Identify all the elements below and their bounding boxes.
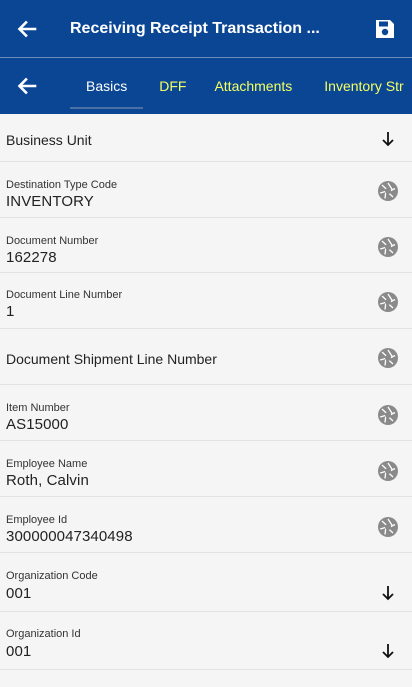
page-title: Receiving Receipt Transaction ...: [70, 19, 320, 37]
field-document-number[interactable]: Document Number 162278: [0, 218, 412, 273]
field-business-unit[interactable]: Business Unit: [0, 114, 412, 162]
dropdown-button[interactable]: [376, 127, 400, 151]
tab-back-button[interactable]: [0, 58, 54, 114]
tab-bar: Basics DFF Attachments Inventory Str: [0, 58, 412, 114]
field-document-shipment-line-number[interactable]: Document Shipment Line Number: [0, 329, 412, 385]
tab-list: Basics DFF Attachments Inventory Str: [54, 58, 412, 114]
tab-inventory-str[interactable]: Inventory Str: [308, 58, 403, 114]
field-label: Document Shipment Line Number: [6, 351, 217, 367]
field-item-number[interactable]: Item Number AS15000: [0, 385, 412, 441]
field-document-line-number[interactable]: Document Line Number 1: [0, 273, 412, 329]
camera-shutter-icon: [378, 517, 398, 537]
field-label: Business Unit: [6, 132, 92, 148]
scan-button[interactable]: [376, 179, 400, 203]
camera-shutter-icon: [378, 181, 398, 201]
tab-dff[interactable]: DFF: [143, 58, 200, 114]
field-label: Item Number: [6, 402, 70, 414]
scan-button[interactable]: [376, 290, 400, 314]
field-label: Destination Type Code: [6, 179, 118, 191]
field-value: 001: [6, 585, 32, 602]
camera-shutter-icon: [378, 237, 398, 257]
field-label: Document Number: [6, 235, 99, 247]
camera-shutter-icon: [378, 292, 398, 312]
save-icon: [376, 19, 394, 38]
field-organization-code[interactable]: Organization Code 001: [0, 553, 412, 612]
tab-basics[interactable]: Basics: [70, 58, 144, 114]
app-header: Receiving Receipt Transaction ...: [0, 0, 412, 58]
field-label: Document Line Number: [6, 289, 123, 301]
arrow-down-icon: [382, 644, 394, 659]
arrow-left-icon: [17, 20, 37, 37]
field-value: 001: [6, 643, 32, 660]
field-employee-name[interactable]: Employee Name Roth, Calvin: [0, 441, 412, 497]
scan-button[interactable]: [376, 235, 400, 259]
arrow-down-icon: [382, 132, 394, 147]
field-label: Organization Id: [6, 628, 81, 640]
scan-button[interactable]: [376, 459, 400, 483]
field-value: AS15000: [6, 416, 69, 433]
field-value: Roth, Calvin: [6, 472, 89, 489]
arrow-left-icon: [17, 77, 37, 95]
arrow-down-icon: [382, 586, 394, 601]
field-organization-id[interactable]: Organization Id 001: [0, 612, 412, 670]
form-fields: Business Unit Destination Type Code INVE…: [0, 114, 412, 670]
field-value: 162278: [6, 249, 57, 266]
field-value: 300000047340498: [6, 528, 133, 545]
scan-button[interactable]: [376, 515, 400, 539]
field-value: INVENTORY: [6, 193, 94, 210]
scan-button[interactable]: [376, 346, 400, 370]
camera-shutter-icon: [378, 348, 398, 368]
save-button[interactable]: [358, 0, 412, 58]
camera-shutter-icon: [378, 461, 398, 481]
scan-button[interactable]: [376, 403, 400, 427]
field-label: Employee Name: [6, 458, 88, 470]
dropdown-button[interactable]: [376, 639, 400, 663]
field-label: Employee Id: [6, 514, 68, 526]
dropdown-button[interactable]: [376, 581, 400, 605]
camera-shutter-icon: [378, 405, 398, 425]
field-destination-type-code[interactable]: Destination Type Code INVENTORY: [0, 162, 412, 218]
field-employee-id[interactable]: Employee Id 300000047340498: [0, 497, 412, 553]
back-button[interactable]: [0, 0, 54, 58]
tab-attachments[interactable]: Attachments: [200, 58, 308, 114]
field-value: 1: [6, 303, 15, 320]
field-label: Organization Code: [6, 570, 98, 582]
